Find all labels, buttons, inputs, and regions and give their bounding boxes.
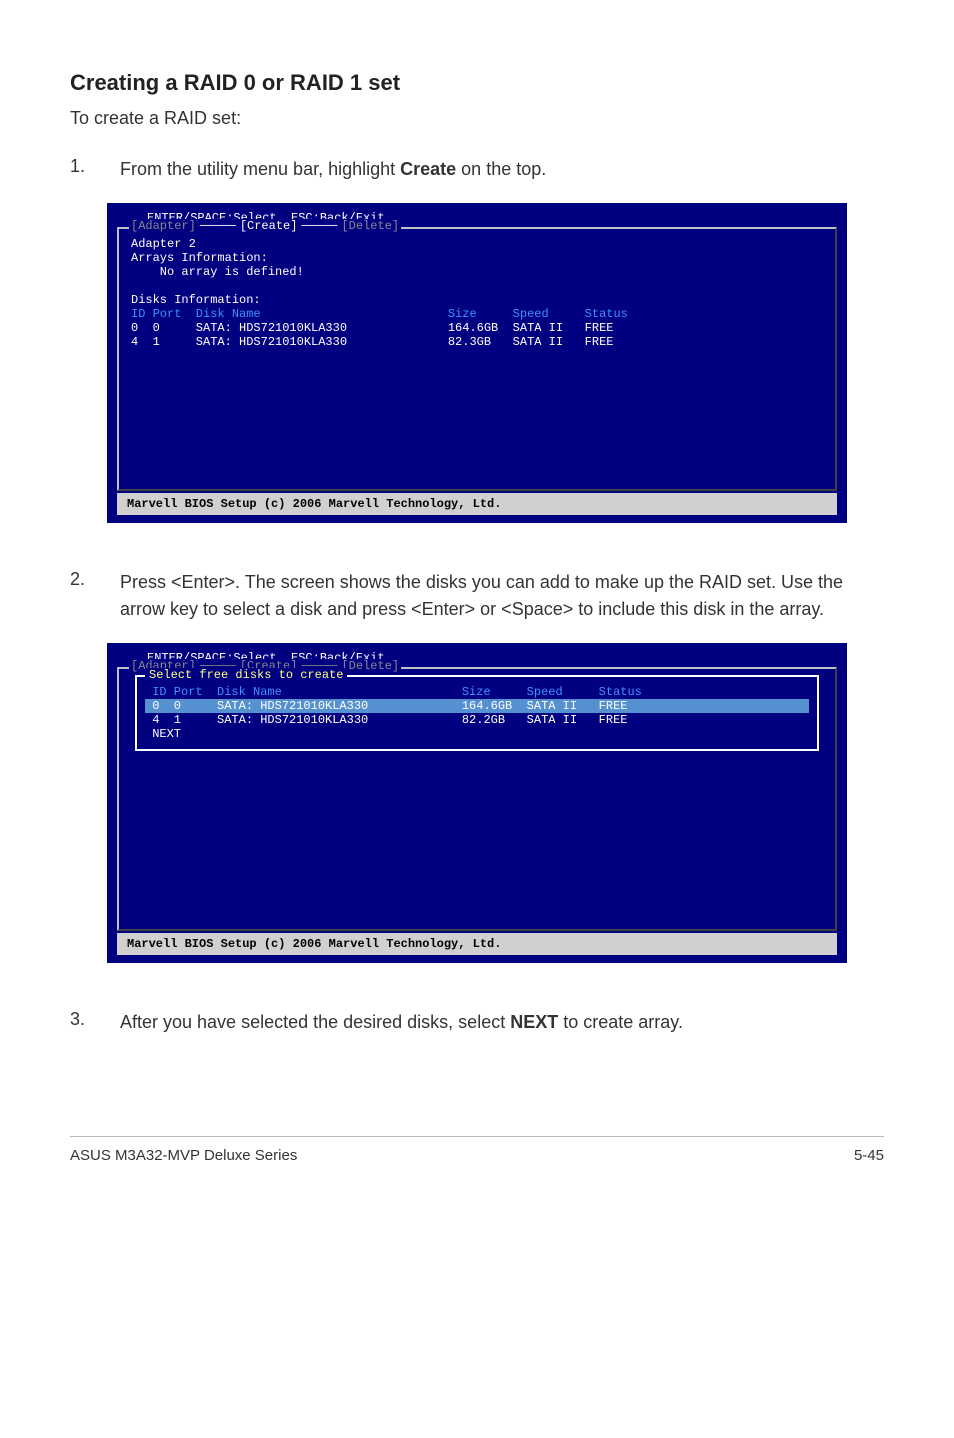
bios2-select-title: Select free disks to create <box>145 668 347 682</box>
intro-text: To create a RAID set: <box>70 106 884 131</box>
bios2-select-box: Select free disks to create ID Port Disk… <box>135 675 819 751</box>
bios1-footer: Marvell BIOS Setup (c) 2006 Marvell Tech… <box>117 493 837 515</box>
step-num: 1. <box>70 156 120 183</box>
step-2: 2. Press <Enter>. The screen shows the d… <box>70 569 884 623</box>
footer-left: ASUS M3A32-MVP Deluxe Series <box>70 1147 297 1164</box>
bios1-disks-info: Disks Information: <box>131 293 823 307</box>
step-bold: Create <box>400 159 456 179</box>
page-footer: ASUS M3A32-MVP Deluxe Series 5-45 <box>70 1136 884 1164</box>
step-bold: NEXT <box>510 1012 558 1032</box>
bios1-no-array: No array is defined! <box>131 265 823 279</box>
step-text: Press <Enter>. The screen shows the disk… <box>120 569 884 623</box>
footer-right: 5-45 <box>854 1147 884 1164</box>
step-text: After you have selected the desired disk… <box>120 1009 884 1036</box>
tab-create: [Create] <box>238 219 300 233</box>
bios-screenshot-2: ENTER/SPACE:Select, ESC:Back/Exit [Adapt… <box>107 643 847 963</box>
bios1-row2: 4 1 SATA: HDS721010KLA330 82.3GB SATA II… <box>131 335 823 349</box>
bios1-arrays-info: Arrays Information: <box>131 251 823 265</box>
bios1-adapter-line: Adapter 2 <box>131 237 823 251</box>
tab-adapter: [Adapter] <box>129 219 198 233</box>
bios1-panel: [Adapter]─────[Create]─────[Delete] Adap… <box>117 227 837 491</box>
bios2-next: NEXT <box>145 727 809 741</box>
bios2-row1-selected: 0 0 SATA: HDS721010KLA330 164.6GB SATA I… <box>145 699 809 713</box>
section-heading: Creating a RAID 0 or RAID 1 set <box>70 70 884 96</box>
bios1-tabs: [Adapter]─────[Create]─────[Delete] <box>119 219 835 233</box>
step-num: 2. <box>70 569 120 623</box>
tab-delete: [Delete] <box>339 219 401 233</box>
step-prefix: From the utility menu bar, highlight <box>120 159 400 179</box>
bios2-col-header: ID Port Disk Name Size Speed Status <box>145 685 809 699</box>
bios2-panel: [Adapter]─────[Create]─────[Delete] Sele… <box>117 667 837 931</box>
step-suffix: on the top. <box>456 159 546 179</box>
step-suffix: to create array. <box>558 1012 683 1032</box>
bios-screenshot-1: ENTER/SPACE:Select, ESC:Back/Exit [Adapt… <box>107 203 847 523</box>
step-3: 3. After you have selected the desired d… <box>70 1009 884 1036</box>
step-1: 1. From the utility menu bar, highlight … <box>70 156 884 183</box>
step-num: 3. <box>70 1009 120 1036</box>
bios2-row2: 4 1 SATA: HDS721010KLA330 82.2GB SATA II… <box>145 713 809 727</box>
bios1-col-header: ID Port Disk Name Size Speed Status <box>131 307 823 321</box>
bios2-footer: Marvell BIOS Setup (c) 2006 Marvell Tech… <box>117 933 837 955</box>
bios1-row1: 0 0 SATA: HDS721010KLA330 164.6GB SATA I… <box>131 321 823 335</box>
tab-delete: [Delete] <box>339 659 401 673</box>
step-text: From the utility menu bar, highlight Cre… <box>120 156 884 183</box>
step-prefix: After you have selected the desired disk… <box>120 1012 510 1032</box>
